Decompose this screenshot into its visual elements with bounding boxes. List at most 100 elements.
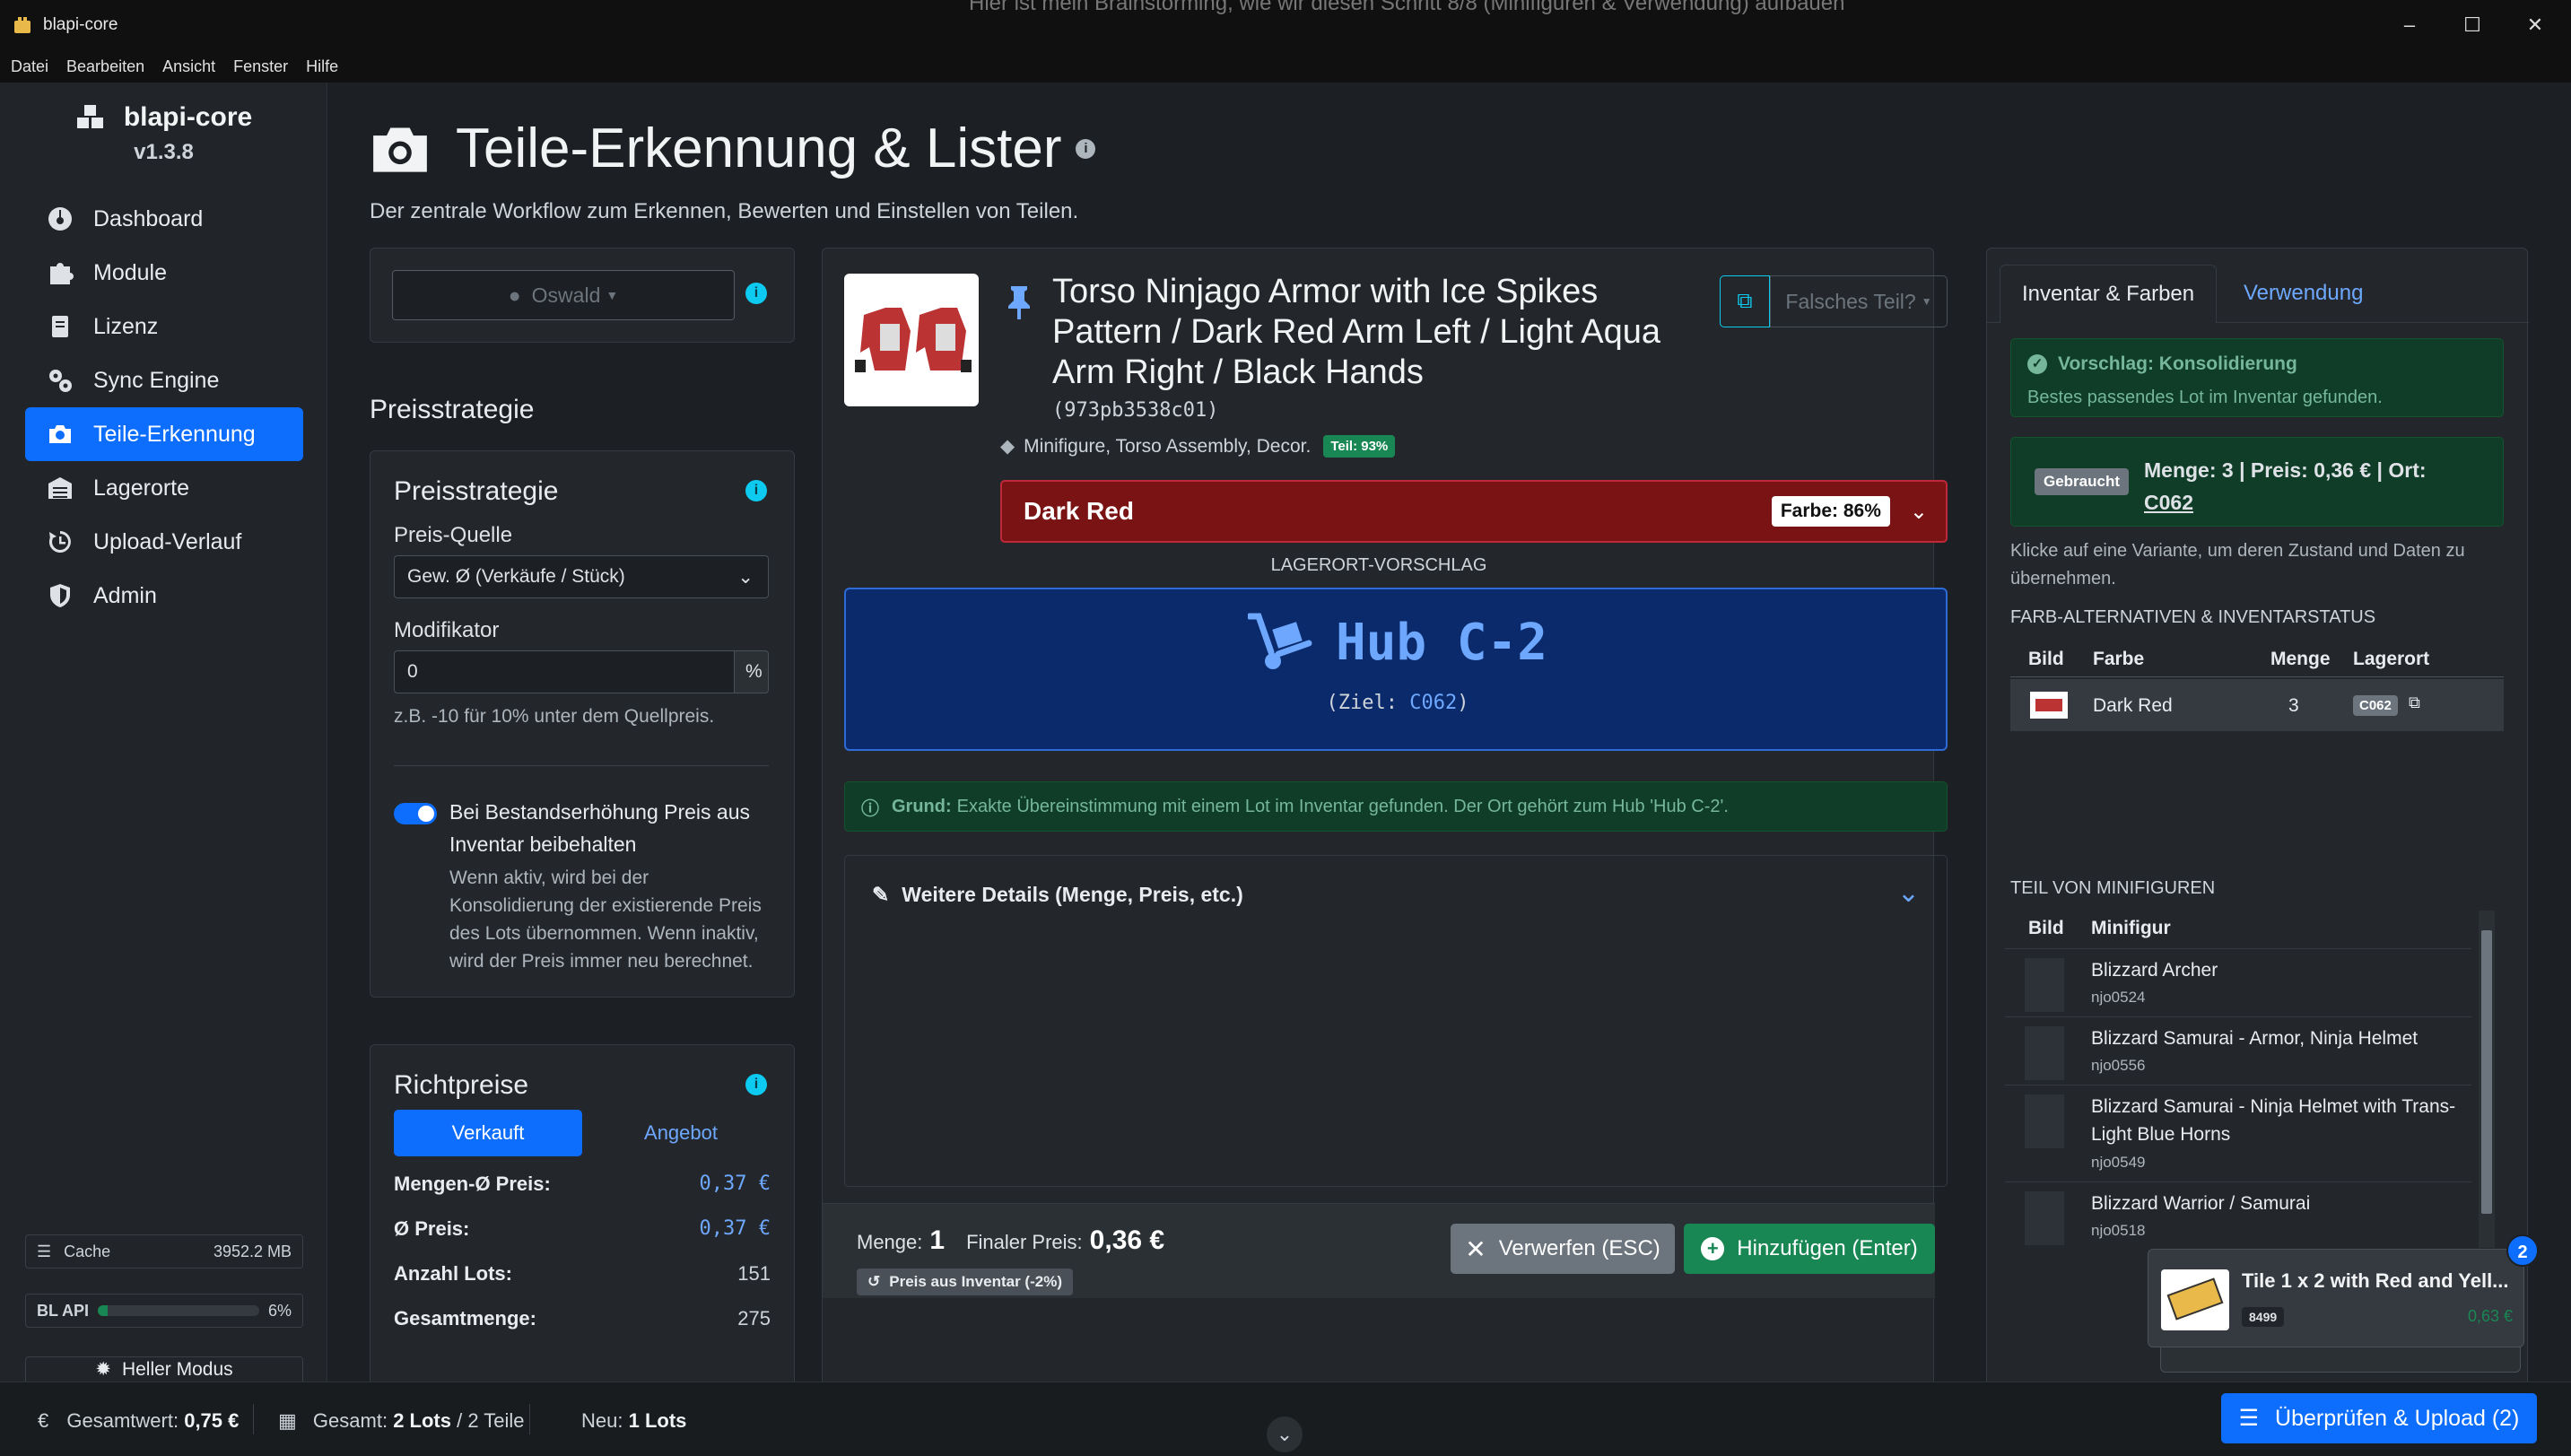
history-icon xyxy=(48,531,71,553)
discard-button[interactable]: ✕ Verwerfen (ESC) xyxy=(1451,1224,1675,1274)
location-target: (Ziel: C062) xyxy=(846,692,1949,714)
action-footer: Menge: 1 Finaler Preis: 0,36 € ↺ Preis a… xyxy=(823,1203,1935,1298)
add-button[interactable]: + Hinzufügen (Enter) xyxy=(1684,1224,1935,1274)
color-select[interactable]: Dark Red Farbe: 86% ⌄ xyxy=(1000,480,1948,543)
sidebar-item-label: Dashboard xyxy=(93,205,204,231)
scrollbar-thumb[interactable] xyxy=(2481,930,2492,1214)
info-icon[interactable]: i xyxy=(745,480,767,501)
menu-hilfe[interactable]: Hilfe xyxy=(306,57,338,76)
discard-label: Verwerfen (ESC) xyxy=(1498,1236,1660,1260)
user-select[interactable]: ● Oswald ▼ xyxy=(392,270,735,320)
external-link-icon[interactable]: ⧉ xyxy=(2409,693,2420,712)
external-link-button[interactable]: ⧉ xyxy=(1720,275,1770,327)
price-source-select[interactable]: Gew. Ø (Verkäufe / Stück) ⌄ xyxy=(394,555,769,598)
sidebar-item-admin[interactable]: Admin xyxy=(25,569,303,623)
minifig-id: njo0518 xyxy=(2091,1222,2146,1239)
sidebar-item-label: Module xyxy=(93,259,167,285)
queue-item-id: 8499 xyxy=(2242,1307,2285,1327)
color-table-row[interactable]: Dark Red 3 C062 ⧉ xyxy=(2010,679,2504,731)
minifig-row[interactable]: Blizzard Archer njo0524 xyxy=(2005,948,2471,1016)
info-icon[interactable]: i xyxy=(745,1074,767,1095)
minifig-section-title: TEIL VON MINIFIGUREN xyxy=(2010,878,2216,898)
menu-fenster[interactable]: Fenster xyxy=(233,57,288,76)
info-icon[interactable]: i xyxy=(745,283,767,304)
brand-name: blapi-core xyxy=(123,102,253,132)
collapse-chevron-icon[interactable]: ⌄ xyxy=(1267,1417,1303,1452)
location-target-code[interactable]: C062 xyxy=(1409,692,1457,714)
minifig-thumb xyxy=(2025,1026,2064,1080)
price-source-badge-text: Preis aus Inventar (-2%) xyxy=(889,1273,1062,1290)
col-menge: Menge xyxy=(2270,649,2331,669)
menu-datei[interactable]: Datei xyxy=(11,57,48,76)
queue-count-badge: 2 xyxy=(2506,1234,2539,1267)
keep-price-toggle[interactable] xyxy=(394,803,437,824)
total-label: Gesamtwert: xyxy=(66,1409,179,1432)
external-link-icon: ⧉ xyxy=(1737,289,1753,313)
details-header[interactable]: ✎ Weitere Details (Menge, Preis, etc.) xyxy=(872,883,1243,907)
price-source-label: Preis-Quelle xyxy=(394,523,513,547)
tab-sold[interactable]: Verkauft xyxy=(394,1110,582,1156)
queue-item-title: Tile 1 x 2 with Red and Yell... xyxy=(2242,1269,2509,1292)
api-percent: 6% xyxy=(267,1301,292,1320)
info-icon[interactable]: i xyxy=(1076,138,1096,159)
menu-ansicht[interactable]: Ansicht xyxy=(162,57,215,76)
modifier-input[interactable]: 0 xyxy=(394,650,735,693)
new-label: Neu: xyxy=(581,1409,623,1432)
col-farbe: Farbe xyxy=(2093,649,2145,669)
tab-inventory-colors[interactable]: Inventar & Farben xyxy=(2000,265,2218,323)
review-upload-button[interactable]: ☰ Überprüfen & Upload (2) xyxy=(2221,1393,2537,1443)
toggle-knob xyxy=(418,806,434,822)
minifig-row[interactable]: Blizzard Samurai - Ninja Helmet with Tra… xyxy=(2005,1085,2471,1181)
minimize-icon[interactable]: – xyxy=(2397,13,2422,38)
tab-offer[interactable]: Angebot xyxy=(591,1110,771,1156)
stat-row: Ø Preis: 0,37 € xyxy=(394,1217,771,1241)
wrong-part-button[interactable]: Falsches Teil? ▼ xyxy=(1770,275,1948,327)
cubes-icon xyxy=(76,105,103,128)
sidebar-item-teile-erkennung[interactable]: Teile-Erkennung xyxy=(25,407,303,461)
lot-location[interactable]: C062 xyxy=(2144,491,2193,514)
window-title: blapi-core xyxy=(43,15,118,34)
sidebar-item-upload-verlauf[interactable]: Upload-Verlauf xyxy=(25,515,303,569)
color-name: Dark Red xyxy=(1024,497,1134,525)
suggestion-text: Bestes passendes Lot im Inventar gefunde… xyxy=(2027,388,2383,407)
strategy-card: Preisstrategie i Preis-Quelle Gew. Ø (Ve… xyxy=(370,450,795,998)
minifig-id: njo0549 xyxy=(2091,1154,2146,1171)
color-row-ort[interactable]: C062 xyxy=(2353,695,2398,716)
sum-separator: / xyxy=(450,1409,468,1432)
lot-option[interactable]: Gebraucht Menge: 3 | Preis: 0,36 € | Ort… xyxy=(2010,437,2504,527)
nav-list: Dashboard Module Lizenz Sync Engine Teil… xyxy=(25,192,303,623)
page-title-text: Teile-Erkennung & Lister xyxy=(456,118,1062,179)
menu-bearbeiten[interactable]: Bearbeiten xyxy=(66,57,144,76)
details-accordion[interactable]: ✎ Weitere Details (Menge, Preis, etc.) ⌄ xyxy=(844,855,1948,1187)
minifig-row[interactable]: Blizzard Samurai - Armor, Ninja Helmet n… xyxy=(2005,1016,2471,1085)
camera-icon xyxy=(373,127,427,172)
add-label: Hinzufügen (Enter) xyxy=(1737,1236,1918,1260)
keep-price-help: Wenn aktiv, wird bei der Konsolidierung … xyxy=(449,867,762,972)
tab-usage[interactable]: Verwendung xyxy=(2222,265,2384,322)
reason-alert: ⓘ Grund: Exakte Übereinstimmung mit eine… xyxy=(844,781,1948,832)
chevron-down-icon: ⌄ xyxy=(737,566,754,588)
app-icon xyxy=(14,17,31,33)
camera-icon xyxy=(49,425,71,443)
sidebar-item-label: Lagerorte xyxy=(93,475,190,501)
pin-icon[interactable] xyxy=(1006,284,1033,320)
sidebar-item-dashboard[interactable]: Dashboard xyxy=(25,192,303,246)
part-tags: ◆ Minifigure, Torso Assembly, Decor. Tei… xyxy=(1000,435,1396,458)
dolly-icon xyxy=(1247,613,1312,669)
close-icon[interactable]: ✕ xyxy=(2523,13,2548,38)
sidebar-item-lizenz[interactable]: Lizenz xyxy=(25,300,303,353)
sidebar-item-sync-engine[interactable]: Sync Engine xyxy=(25,353,303,407)
location-main: Hub C-2 xyxy=(846,613,1949,672)
reason-text: Exakte Übereinstimmung mit einem Lot im … xyxy=(956,796,1729,816)
tag-icon: ◆ xyxy=(1000,436,1015,457)
scrollbar[interactable] xyxy=(2479,911,2495,1248)
sum-label: Gesamt: xyxy=(312,1409,388,1432)
sidebar-item-module[interactable]: Module xyxy=(25,246,303,300)
main-content: Teile-Erkennung & Lister i Der zentrale … xyxy=(328,83,2571,1412)
cache-value: 3952.2 MB xyxy=(213,1242,292,1260)
maximize-icon[interactable]: ☐ xyxy=(2460,13,2485,38)
sidebar-item-lagerorte[interactable]: Lagerorte xyxy=(25,461,303,515)
minifig-row[interactable]: Blizzard Warrior / Samurai njo0518 xyxy=(2005,1181,2471,1250)
queue-item[interactable]: Tile 1 x 2 with Red and Yell... 8499 0,6… xyxy=(2148,1249,2524,1347)
light-mode-button[interactable]: ✹ Heller Modus xyxy=(25,1356,303,1382)
